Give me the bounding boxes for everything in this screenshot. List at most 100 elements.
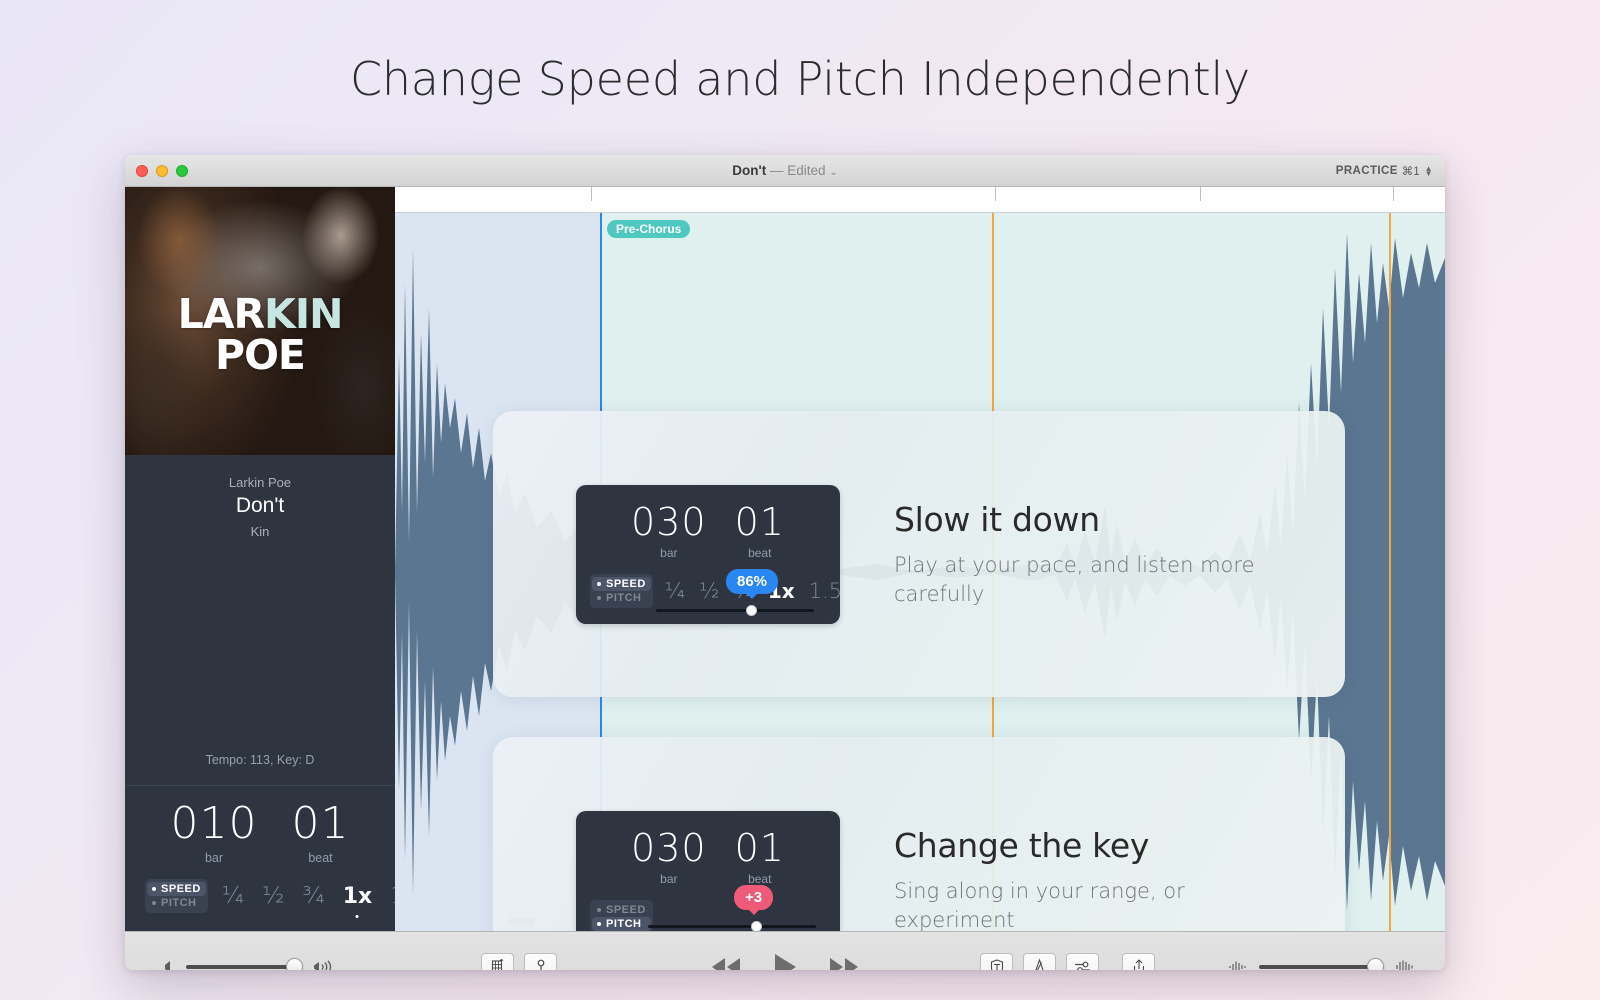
beat-counter[interactable]: 01 beat xyxy=(291,802,349,866)
zoom-slider-knob[interactable] xyxy=(1367,957,1384,970)
mini-beat-label: beat xyxy=(748,545,772,560)
mini-pitch-option-2[interactable]: PITCH xyxy=(592,916,651,931)
mini-speed-preset-half[interactable]: ½ xyxy=(699,579,719,603)
speed-preset-half[interactable]: ½ xyxy=(262,883,284,909)
mini-speed-preset-quarter[interactable]: ¼ xyxy=(665,579,685,603)
metronome-icon[interactable] xyxy=(1023,953,1056,970)
traffic-lights xyxy=(136,164,188,177)
chevron-down-icon[interactable]: ⌄ xyxy=(829,167,837,178)
mini-pitch-option-label: PITCH xyxy=(606,591,642,604)
zoom-button[interactable] xyxy=(176,164,188,177)
speaker-high-icon[interactable] xyxy=(312,959,336,970)
callout-text-slow: Slow it down Play at your pace, and list… xyxy=(894,500,1274,608)
mini-speed-preset-1point5[interactable]: 1.5 xyxy=(809,579,842,603)
pitch-value-bubble: +3 xyxy=(734,884,774,910)
track-name: Don't xyxy=(235,494,285,517)
bar-label: bar xyxy=(204,851,224,865)
tuner-icon[interactable] xyxy=(980,953,1013,970)
mini-beat-value: 01 xyxy=(734,499,785,544)
practice-shortcut: ⌘1 xyxy=(1401,165,1420,178)
mini-speed-pitch-toggle-2[interactable]: SPEED PITCH xyxy=(590,899,653,931)
waveform-large-icon[interactable] xyxy=(1395,959,1415,970)
speed-pitch-toggle[interactable]: SPEED PITCH xyxy=(145,879,208,913)
utility-tools xyxy=(980,953,1155,970)
minimize-button[interactable] xyxy=(156,164,168,177)
window-body: LARKIN POE Larkin Poe Don't Kin Tempo: 1… xyxy=(125,187,1445,931)
mini-speed-option[interactable]: SPEED xyxy=(592,576,651,591)
artwork-title: LARKIN POE xyxy=(125,294,395,379)
volume-control xyxy=(161,957,336,970)
artwork-title-part3: POE xyxy=(215,330,306,379)
mini-bar-counter-2[interactable]: 030 bar xyxy=(631,829,707,886)
volume-slider[interactable] xyxy=(186,957,303,970)
mini-bar-counter[interactable]: 030 bar xyxy=(631,503,707,560)
pitch-option[interactable]: PITCH xyxy=(152,897,201,909)
rewind-icon[interactable] xyxy=(709,956,742,970)
loop-end-marker[interactable]: 11 xyxy=(1389,213,1391,931)
practice-mode-selector[interactable]: PRACTICE ⌘1 ▲ ▼ xyxy=(1336,164,1433,178)
waveform-pane[interactable]: 10 Pre-Chorus 11 xyxy=(395,187,1445,931)
speed-preset-threequarter[interactable]: ¾ xyxy=(302,883,324,909)
speed-option[interactable]: SPEED xyxy=(147,882,206,896)
speed-slider-track[interactable] xyxy=(656,608,814,612)
mini-bar-label-2: bar xyxy=(660,871,678,886)
waveform-small-icon[interactable] xyxy=(1228,959,1248,970)
artist-name: Larkin Poe xyxy=(228,475,292,490)
album-name: Kin xyxy=(250,524,270,539)
share-icon[interactable] xyxy=(1122,953,1155,970)
mini-pitch-option[interactable]: PITCH xyxy=(597,592,646,604)
position-counters: 010 bar 01 beat xyxy=(125,798,395,866)
callout-text-key: Change the key Sing along in your range,… xyxy=(894,826,1274,931)
stepper-icon[interactable]: ▲ ▼ xyxy=(1425,164,1433,177)
speed-preset-1x[interactable]: 1x xyxy=(343,884,373,909)
timeline-ruler[interactable] xyxy=(395,187,1445,213)
page-title: Change Speed and Pitch Independently xyxy=(349,52,1251,106)
close-button[interactable] xyxy=(136,164,148,177)
fast-forward-icon[interactable] xyxy=(828,956,861,970)
mini-speed-option-label-2: SPEED xyxy=(606,903,646,916)
window-title-dash: — xyxy=(770,163,784,178)
volume-slider-knob[interactable] xyxy=(286,957,303,970)
pitch-option-label: PITCH xyxy=(161,897,197,909)
chord-grid-icon[interactable] xyxy=(481,953,514,970)
sidebar-transport-panel: 010 bar 01 beat SPEED PITCH ¼ ½ ¾ 1x xyxy=(125,785,427,931)
play-icon[interactable] xyxy=(772,952,798,970)
zoom-slider[interactable] xyxy=(1259,957,1384,970)
callout-slow-it-down: 030 bar 01 beat SPEED PITCH ¼ ½ 1x 1.5 8… xyxy=(493,411,1345,697)
speed-slider-knob[interactable] xyxy=(746,604,757,616)
mini-position-counters: 030 bar 01 beat xyxy=(576,485,840,560)
mini-beat-label-2: beat xyxy=(748,871,772,886)
mini-speed-option-2[interactable]: SPEED xyxy=(597,904,646,916)
window-title-name: Don't xyxy=(732,163,767,178)
mini-speed-pitch-toggle[interactable]: SPEED PITCH xyxy=(590,573,653,608)
bar-value: 010 xyxy=(170,798,258,849)
mini-beat-value-2: 01 xyxy=(734,825,785,870)
section-label-prechorus[interactable]: Pre-Chorus xyxy=(607,220,691,238)
beat-label: beat xyxy=(308,851,333,865)
mini-transport-panel-speed: 030 bar 01 beat SPEED PITCH ¼ ½ 1x 1.5 8… xyxy=(576,484,842,624)
mini-position-counters-2: 030 bar 01 beat xyxy=(576,811,840,886)
album-artwork: LARKIN POE xyxy=(125,187,395,455)
speed-preset-quarter[interactable]: ¼ xyxy=(222,883,244,909)
pitch-slider-track[interactable] xyxy=(648,924,816,928)
pitch-slider-knob[interactable] xyxy=(751,920,762,931)
waveform-zoom-control xyxy=(1228,957,1415,970)
mini-speed-option-label: SPEED xyxy=(606,577,646,590)
window-title: Don't — Edited ⌄ xyxy=(125,163,1445,178)
callout-title-slow: Slow it down xyxy=(894,500,1100,540)
callout-desc-key: Sing along in your range, or experiment xyxy=(894,879,1185,931)
track-metadata: Larkin Poe Don't Kin xyxy=(125,455,395,539)
window-titlebar: Don't — Edited ⌄ PRACTICE ⌘1 ▲ ▼ xyxy=(125,155,1445,187)
app-window: Don't — Edited ⌄ PRACTICE ⌘1 ▲ ▼ LARKIN P… xyxy=(125,155,1445,970)
speed-pitch-row: SPEED PITCH ¼ ½ ¾ 1x 1.5 xyxy=(145,879,427,913)
speaker-low-icon[interactable] xyxy=(161,959,175,970)
mini-beat-counter[interactable]: 01 beat xyxy=(735,503,785,560)
practice-label: PRACTICE xyxy=(1335,164,1398,177)
mini-pitch-option-label-2: PITCH xyxy=(606,917,642,930)
mini-beat-counter-2[interactable]: 01 beat xyxy=(735,829,785,886)
tempo-key-info: Tempo: 113, Key: D xyxy=(205,753,315,767)
mini-bar-label: bar xyxy=(660,545,678,560)
bar-counter[interactable]: 010 bar xyxy=(170,798,258,866)
pin-icon[interactable] xyxy=(524,953,557,970)
sliders-icon[interactable] xyxy=(1066,953,1099,970)
